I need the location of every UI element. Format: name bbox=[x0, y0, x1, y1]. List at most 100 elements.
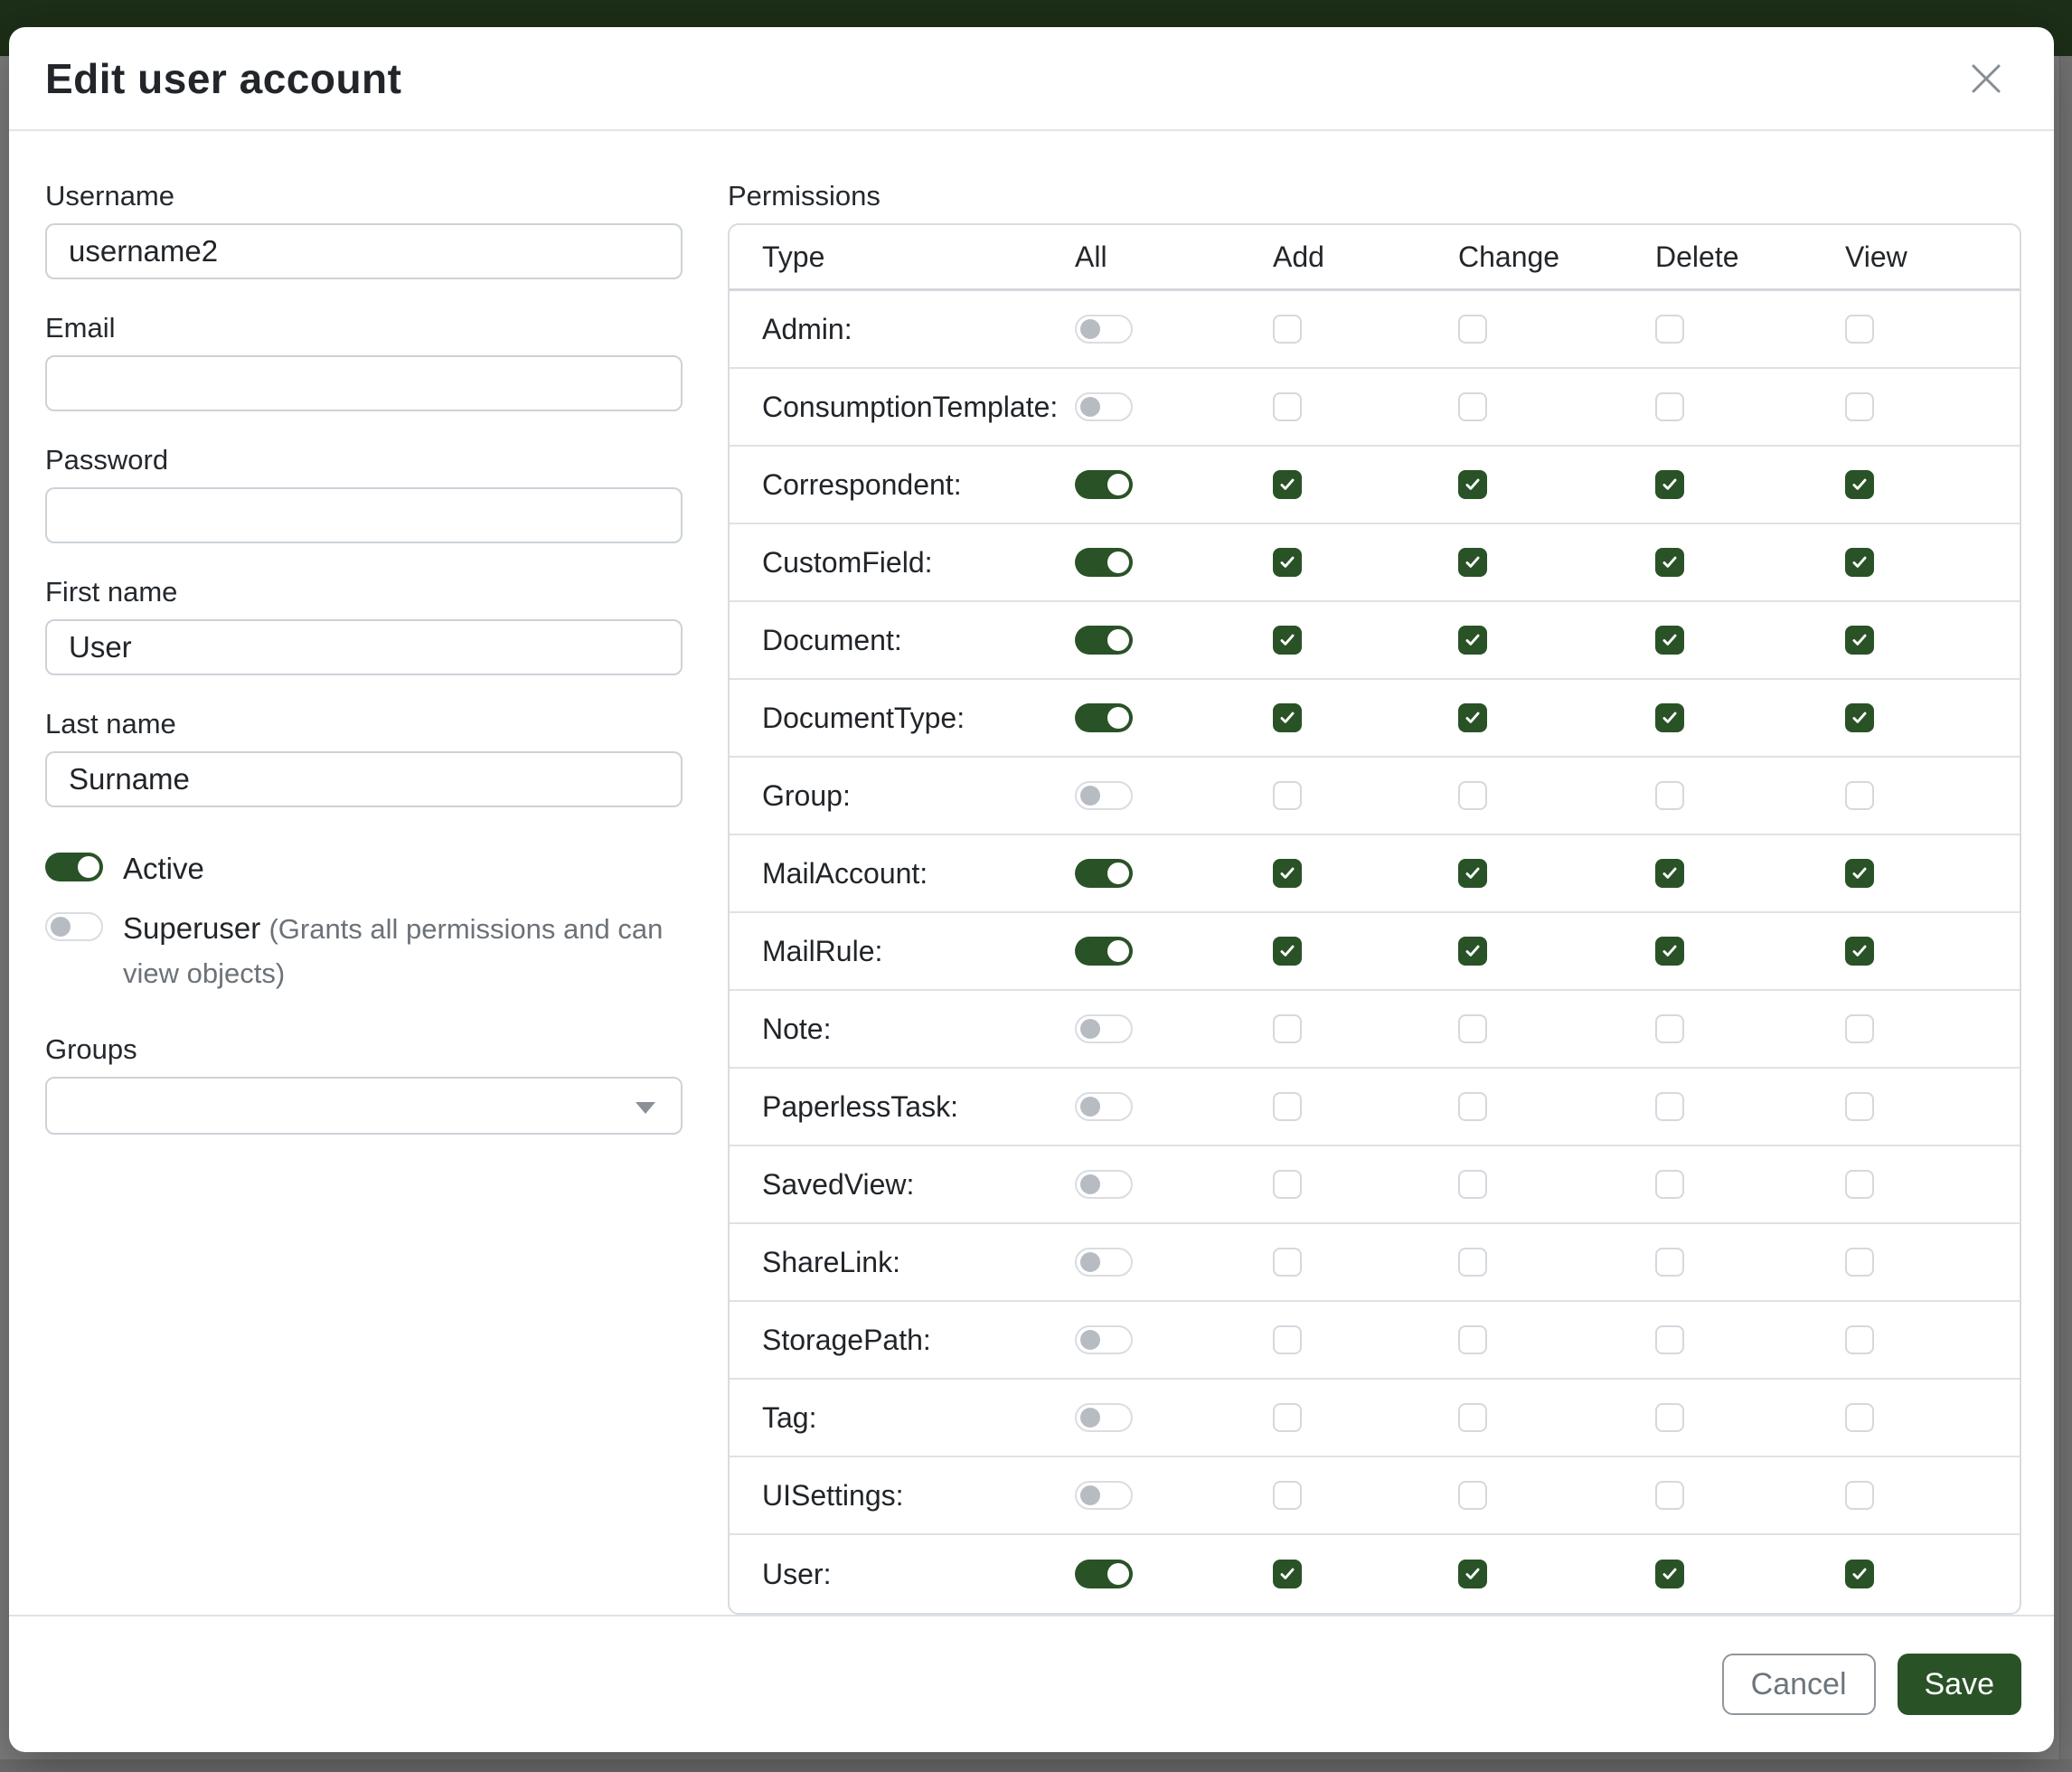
permission-add-checkbox[interactable] bbox=[1273, 703, 1302, 732]
permission-add-checkbox[interactable] bbox=[1273, 548, 1302, 577]
permission-all-toggle[interactable] bbox=[1075, 781, 1133, 810]
permission-delete-checkbox[interactable] bbox=[1655, 859, 1684, 888]
permission-add-checkbox[interactable] bbox=[1273, 859, 1302, 888]
permission-view-checkbox[interactable] bbox=[1845, 859, 1874, 888]
permission-change-checkbox[interactable] bbox=[1458, 1325, 1487, 1354]
permission-change-checkbox[interactable] bbox=[1458, 1560, 1487, 1588]
permission-view-checkbox[interactable] bbox=[1845, 548, 1874, 577]
permission-change-checkbox[interactable] bbox=[1458, 392, 1487, 421]
permission-delete-checkbox[interactable] bbox=[1655, 1403, 1684, 1432]
permission-add-checkbox[interactable] bbox=[1273, 1014, 1302, 1043]
permission-view-checkbox[interactable] bbox=[1845, 1014, 1874, 1043]
permission-view-checkbox[interactable] bbox=[1845, 781, 1874, 810]
permission-view-checkbox[interactable] bbox=[1845, 1481, 1874, 1510]
permission-change-checkbox[interactable] bbox=[1458, 781, 1487, 810]
permission-all-toggle[interactable] bbox=[1075, 937, 1133, 966]
last-name-input[interactable] bbox=[45, 751, 683, 807]
permission-all-toggle[interactable] bbox=[1075, 315, 1133, 344]
permission-add-checkbox[interactable] bbox=[1273, 1170, 1302, 1199]
permission-view-checkbox[interactable] bbox=[1845, 703, 1874, 732]
permission-add-checkbox[interactable] bbox=[1273, 1481, 1302, 1510]
permission-delete-checkbox[interactable] bbox=[1655, 1481, 1684, 1510]
page-scrollbar[interactable] bbox=[2059, 56, 2072, 1772]
save-button[interactable]: Save bbox=[1898, 1654, 2022, 1715]
permission-all-toggle[interactable] bbox=[1075, 1014, 1133, 1043]
permission-add-checkbox[interactable] bbox=[1273, 1248, 1302, 1277]
permission-all-toggle[interactable] bbox=[1075, 548, 1133, 577]
password-input[interactable] bbox=[45, 487, 683, 543]
permission-add-checkbox[interactable] bbox=[1273, 1092, 1302, 1121]
username-input[interactable] bbox=[45, 223, 683, 279]
permission-delete-checkbox[interactable] bbox=[1655, 392, 1684, 421]
permission-change-checkbox[interactable] bbox=[1458, 1481, 1487, 1510]
permission-all-toggle[interactable] bbox=[1075, 1170, 1133, 1199]
superuser-toggle[interactable] bbox=[45, 912, 103, 941]
permission-view-checkbox[interactable] bbox=[1845, 1092, 1874, 1121]
permission-change-checkbox[interactable] bbox=[1458, 937, 1487, 966]
permission-view-checkbox[interactable] bbox=[1845, 1170, 1874, 1199]
permission-delete-checkbox[interactable] bbox=[1655, 703, 1684, 732]
permission-all-toggle[interactable] bbox=[1075, 1403, 1133, 1432]
permission-row: Document: bbox=[730, 602, 2020, 680]
permission-all-toggle[interactable] bbox=[1075, 1248, 1133, 1277]
permission-add-checkbox[interactable] bbox=[1273, 781, 1302, 810]
permission-add-checkbox[interactable] bbox=[1273, 315, 1302, 344]
permission-change-checkbox[interactable] bbox=[1458, 1170, 1487, 1199]
permission-add-checkbox[interactable] bbox=[1273, 1403, 1302, 1432]
active-toggle[interactable] bbox=[45, 853, 103, 881]
permission-delete-checkbox[interactable] bbox=[1655, 1560, 1684, 1588]
close-button[interactable] bbox=[1962, 54, 2011, 103]
permission-change-checkbox[interactable] bbox=[1458, 1014, 1487, 1043]
permission-add-checkbox[interactable] bbox=[1273, 392, 1302, 421]
permission-add-checkbox[interactable] bbox=[1273, 470, 1302, 499]
permission-add-checkbox[interactable] bbox=[1273, 626, 1302, 655]
permission-view-checkbox[interactable] bbox=[1845, 1403, 1874, 1432]
permission-view-checkbox[interactable] bbox=[1845, 392, 1874, 421]
permission-delete-checkbox[interactable] bbox=[1655, 548, 1684, 577]
email-input[interactable] bbox=[45, 355, 683, 411]
permission-view-checkbox[interactable] bbox=[1845, 937, 1874, 966]
permission-all-toggle[interactable] bbox=[1075, 1560, 1133, 1588]
permission-delete-checkbox[interactable] bbox=[1655, 1014, 1684, 1043]
permission-delete-checkbox[interactable] bbox=[1655, 1092, 1684, 1121]
permission-delete-checkbox[interactable] bbox=[1655, 1325, 1684, 1354]
permission-all-toggle[interactable] bbox=[1075, 1481, 1133, 1510]
permission-change-checkbox[interactable] bbox=[1458, 1248, 1487, 1277]
permission-delete-checkbox[interactable] bbox=[1655, 1248, 1684, 1277]
permission-view-checkbox[interactable] bbox=[1845, 1248, 1874, 1277]
permission-all-toggle[interactable] bbox=[1075, 703, 1133, 732]
groups-select[interactable] bbox=[45, 1077, 683, 1135]
permission-delete-checkbox[interactable] bbox=[1655, 315, 1684, 344]
permission-view-checkbox[interactable] bbox=[1845, 626, 1874, 655]
permission-delete-checkbox[interactable] bbox=[1655, 470, 1684, 499]
permission-all-toggle[interactable] bbox=[1075, 859, 1133, 888]
permission-all-toggle[interactable] bbox=[1075, 1325, 1133, 1354]
permission-change-checkbox[interactable] bbox=[1458, 1092, 1487, 1121]
permission-view-checkbox[interactable] bbox=[1845, 315, 1874, 344]
permission-change-checkbox[interactable] bbox=[1458, 859, 1487, 888]
permission-change-checkbox[interactable] bbox=[1458, 1403, 1487, 1432]
permission-delete-checkbox[interactable] bbox=[1655, 781, 1684, 810]
first-name-input[interactable] bbox=[45, 619, 683, 675]
cancel-button[interactable]: Cancel bbox=[1722, 1654, 1876, 1715]
permission-change-checkbox[interactable] bbox=[1458, 548, 1487, 577]
permission-add-checkbox[interactable] bbox=[1273, 1560, 1302, 1588]
permission-delete-checkbox[interactable] bbox=[1655, 626, 1684, 655]
permission-delete-checkbox[interactable] bbox=[1655, 1170, 1684, 1199]
permission-add-checkbox[interactable] bbox=[1273, 937, 1302, 966]
permission-delete-checkbox[interactable] bbox=[1655, 937, 1684, 966]
permission-all-toggle[interactable] bbox=[1075, 626, 1133, 655]
permission-row: MailAccount: bbox=[730, 835, 2020, 913]
permission-change-checkbox[interactable] bbox=[1458, 703, 1487, 732]
permission-change-checkbox[interactable] bbox=[1458, 315, 1487, 344]
permission-change-checkbox[interactable] bbox=[1458, 470, 1487, 499]
permission-view-checkbox[interactable] bbox=[1845, 1325, 1874, 1354]
permission-type-label: CustomField: bbox=[730, 546, 1042, 580]
permission-view-checkbox[interactable] bbox=[1845, 470, 1874, 499]
permission-add-checkbox[interactable] bbox=[1273, 1325, 1302, 1354]
permission-all-toggle[interactable] bbox=[1075, 1092, 1133, 1121]
permission-change-checkbox[interactable] bbox=[1458, 626, 1487, 655]
permission-view-checkbox[interactable] bbox=[1845, 1560, 1874, 1588]
permission-all-toggle[interactable] bbox=[1075, 470, 1133, 499]
permission-all-toggle[interactable] bbox=[1075, 392, 1133, 421]
